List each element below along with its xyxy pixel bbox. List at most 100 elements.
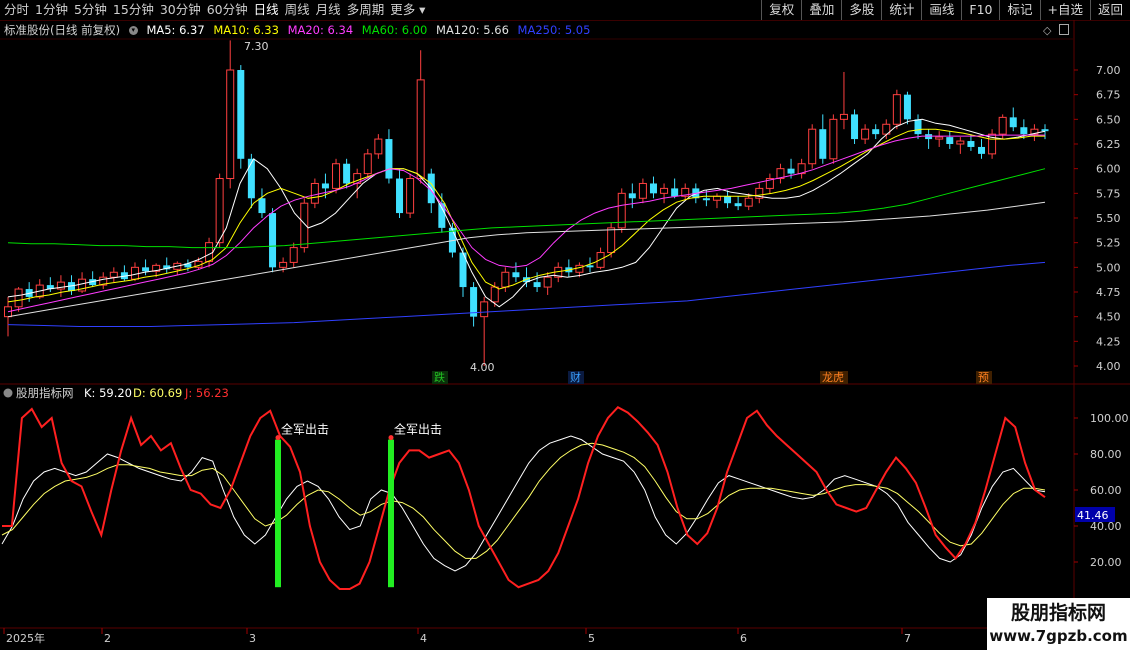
y-tick-label: 4.00: [1096, 360, 1121, 373]
candle-body: [406, 178, 415, 214]
indicator-y-axis: 100.0080.0060.0040.0020.00: [1074, 412, 1129, 569]
candle-body: [978, 146, 986, 154]
signal-dot: [388, 435, 394, 441]
candle-body: [237, 70, 245, 159]
candle-body: [702, 198, 710, 201]
d-value-label: D: 60.69: [133, 386, 182, 400]
event-tag-label: 龙虎: [822, 371, 844, 384]
y-tick-label: 4.50: [1096, 311, 1121, 324]
signal-label: 全军出击: [394, 422, 442, 437]
candle-body: [607, 227, 616, 254]
candle-body: [385, 139, 393, 179]
y-tick-label: 4.75: [1096, 286, 1121, 299]
ma-line-ma60: [7, 168, 1046, 249]
y-tick-label: 5.75: [1096, 187, 1121, 200]
candle-body: [142, 267, 150, 272]
x-tick-label: 4: [420, 632, 427, 645]
candle-body: [14, 288, 23, 308]
candle-body: [1020, 127, 1028, 135]
y-tick-label: 6.75: [1096, 89, 1121, 102]
candle-body: [258, 198, 266, 214]
current-value-box: 41.46: [1075, 507, 1115, 522]
indicator-line-d: [1, 442, 1046, 559]
signal-bar: [275, 439, 281, 588]
indicator-line-k: [1, 435, 1046, 572]
candle-body: [205, 242, 214, 262]
candle-body: [109, 271, 118, 278]
candle-body: [501, 271, 510, 288]
candle-body: [1041, 129, 1049, 132]
y-tick-label: 5.25: [1096, 237, 1121, 250]
candle-body: [628, 193, 636, 199]
y-tick-label: 4.25: [1096, 335, 1121, 348]
candle-body: [724, 196, 732, 204]
candle-body: [712, 195, 721, 201]
x-axis: 2025年 2 3 4 5 6 7: [3, 628, 911, 645]
y-tick-label: 5.50: [1096, 212, 1121, 225]
ind-y-tick-label: 60.00: [1090, 484, 1122, 497]
indicator-header: 股朋指标网 K: 59.20 D: 60.69 J: 56.23: [3, 386, 229, 400]
candle-body: [1009, 117, 1017, 128]
candle-body: [247, 158, 255, 199]
kline-chart[interactable]: 7.00 6.75 6.50 6.25 6.00 5.75 5.50 5.25 5.00 4.75…: [0, 0, 1130, 650]
candle-body: [872, 129, 880, 135]
candle-body: [586, 265, 594, 268]
candle-body: [289, 247, 298, 263]
candle-body: [808, 128, 817, 165]
x-tick-label: 2: [104, 632, 111, 645]
y-tick-label: 7.00: [1096, 64, 1121, 77]
k-value-label: K: 59.20: [84, 386, 132, 400]
candle-body: [4, 306, 12, 318]
indicator-dropdown-icon: [3, 388, 13, 398]
signal-markers: 全军出击 全军出击: [275, 422, 442, 588]
candle-body: [851, 114, 859, 140]
event-tag-label: 财: [570, 370, 581, 384]
candle-body: [839, 113, 848, 120]
indicator-title: 股朋指标网: [16, 386, 74, 400]
candle-body: [396, 178, 404, 214]
signal-label: 全军出击: [281, 422, 329, 437]
candle-body: [903, 94, 911, 120]
candle-body: [935, 136, 944, 140]
current-value-label: 41.46: [1077, 509, 1109, 522]
indicator-lines: [1, 405, 1046, 590]
candle-body: [956, 140, 965, 145]
candle-body: [300, 202, 309, 249]
candle-body: [829, 118, 838, 160]
event-tag-label: 跌: [434, 370, 445, 384]
candle-body: [946, 137, 954, 144]
moving-averages: [7, 118, 1046, 327]
watermark-title: 股朋指标网: [1010, 602, 1106, 624]
candle-body: [998, 116, 1007, 135]
candle-body: [967, 141, 975, 147]
candle-body: [734, 203, 742, 207]
candle-body: [321, 183, 329, 189]
ind-y-tick-label: 80.00: [1090, 448, 1122, 461]
y-tick-label: 5.00: [1096, 261, 1121, 274]
candle-body: [892, 94, 901, 125]
candle-body: [226, 69, 235, 180]
low-price-label: 4.00: [470, 361, 495, 374]
x-tick-label: 2025年: [6, 631, 45, 645]
y-tick-label: 6.00: [1096, 163, 1121, 176]
candle-body: [416, 79, 425, 180]
candle-body: [374, 138, 383, 155]
ma-line-ma120: [7, 201, 1046, 318]
candle-body: [914, 119, 922, 135]
candle-body: [671, 188, 679, 197]
x-tick-label: 7: [904, 632, 911, 645]
candlesticks: [4, 40, 1049, 366]
candle-body: [343, 163, 351, 184]
candle-body: [480, 301, 489, 318]
signal-dot: [275, 435, 281, 441]
candle-body: [543, 276, 552, 288]
candle-body: [269, 213, 277, 268]
candle-body: [332, 163, 341, 189]
x-tick-label: 5: [588, 632, 595, 645]
candle-body: [575, 264, 584, 273]
candle-body: [363, 153, 372, 175]
candle-body: [130, 266, 139, 280]
y-tick-label: 6.25: [1096, 138, 1121, 151]
ind-y-tick-label: 100.00: [1090, 412, 1129, 425]
candle-body: [744, 197, 753, 207]
